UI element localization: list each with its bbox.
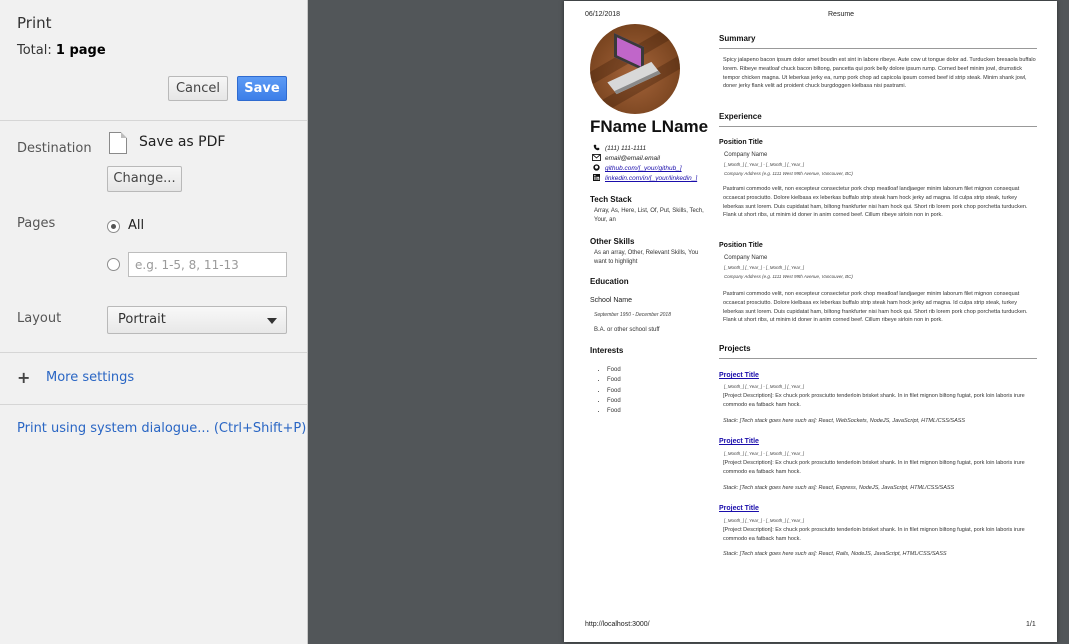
total-pages: Total: 1 page <box>17 43 106 58</box>
list-item: Food <box>607 398 621 408</box>
system-dialog-link[interactable]: Print using system dialogue... (Ctrl+Shi… <box>17 421 306 436</box>
header-date: 06/12/2018 <box>585 11 621 18</box>
layout-select[interactable]: Portrait <box>107 306 287 334</box>
resume-name: FName LName <box>590 117 709 136</box>
project-title-link[interactable]: Project Title <box>719 372 759 379</box>
project-title-link[interactable]: Project Title <box>719 438 759 445</box>
project-stack: Stack: [Tech stack goes here such as]: R… <box>723 485 955 491</box>
job-title: Position Title <box>719 242 763 249</box>
github-link[interactable]: github.com/[_your/github_] <box>605 165 682 172</box>
email-text: email@email.email <box>605 155 661 162</box>
footer-url: http://localhost:3000/ <box>585 621 650 628</box>
pages-label: Pages <box>17 216 56 231</box>
contact-email: email@email.email <box>592 154 660 162</box>
pages-range-input[interactable] <box>128 252 287 277</box>
tech-stack-heading: Tech Stack <box>590 195 632 204</box>
list-item: Food <box>607 367 621 377</box>
linkedin-icon <box>593 174 600 181</box>
total-value: 1 page <box>55 43 106 58</box>
list-item: Food <box>607 408 621 418</box>
job-description: Pastrami commodo velit, non excepteur co… <box>723 186 1028 219</box>
other-skills-heading: Other Skills <box>590 237 635 246</box>
plus-icon[interactable]: + <box>17 368 30 387</box>
contact-phone: (111) 111-1111 <box>592 144 646 152</box>
divider <box>0 404 307 405</box>
panel-title: Print <box>17 14 52 32</box>
project-stack: Stack: [Tech stack goes here such as]: R… <box>723 551 947 557</box>
job-address: Company Address (e.g. 1111 West 99th Ave… <box>724 274 853 279</box>
job-title: Position Title <box>719 139 763 146</box>
job-company: Company Name <box>724 255 768 261</box>
destination-label: Destination <box>17 141 92 156</box>
tech-stack-text: Array, As, Here, List, Of, Put, Skills, … <box>594 208 704 223</box>
experience-heading: Experience <box>719 112 1037 127</box>
job-dates: [_Month_] [_Year_] - [_Month_] [_Year_] <box>724 265 805 270</box>
print-preview-page: 06/12/2018 Resume FName LName (111) 111-… <box>564 1 1057 642</box>
school-name: School Name <box>590 297 633 304</box>
destination-value: Save as PDF <box>139 134 226 150</box>
job-company: Company Name <box>724 152 768 158</box>
degree-text: B.A. or other school stuff <box>594 327 660 333</box>
summary-text: Spicy jalapeno bacon ipsum dolor amet bo… <box>723 57 1036 90</box>
contact-github: github.com/[_your/github_] <box>592 164 682 172</box>
header-title: Resume <box>828 11 855 18</box>
chevron-down-icon <box>267 318 277 324</box>
job-dates: [_Month_] [_Year_] - [_Month_] [_Year_] <box>724 162 805 167</box>
save-button[interactable]: Save <box>237 76 287 101</box>
other-skills-text: As an array, Other, Relevant Skills, You… <box>594 250 699 265</box>
job-description: Pastrami commodo velit, non excepteur co… <box>723 291 1028 324</box>
projects-heading: Projects <box>719 344 1037 359</box>
project-dates: [_Month_] [_Year_] - [_Month_] [_Year_] <box>724 518 805 523</box>
list-item: Food <box>607 388 621 398</box>
project-description: [Project Description]: Ex chuck pork pro… <box>723 460 1025 475</box>
linkedin-link[interactable]: linkedin.com/in/[_your/linkedin_] <box>605 175 697 182</box>
job-address: Company Address (e.g. 1111 West 99th Ave… <box>724 171 853 176</box>
summary-heading: Summary <box>719 34 1037 49</box>
divider <box>0 352 307 353</box>
pages-range-radio[interactable] <box>107 258 120 271</box>
project-title-link[interactable]: Project Title <box>719 505 759 512</box>
education-dates: September 1950 - December 2018 <box>594 312 671 318</box>
avatar <box>590 24 680 114</box>
footer-page-number: 1/1 <box>1026 621 1036 628</box>
project-stack: Stack: [Tech stack goes here such as]: R… <box>723 418 966 424</box>
envelope-icon <box>592 154 601 161</box>
contact-linkedin: linkedin.com/in/[_your/linkedin_] <box>592 174 697 182</box>
project-dates: [_Month_] [_Year_] - [_Month_] [_Year_] <box>724 384 805 389</box>
divider <box>0 120 307 121</box>
github-icon <box>593 164 600 171</box>
print-settings-panel: Print Total: 1 page Cancel Save Destinat… <box>0 0 308 644</box>
layout-label: Layout <box>17 311 62 326</box>
education-heading: Education <box>590 277 629 286</box>
change-destination-button[interactable]: Change... <box>107 166 182 192</box>
project-dates: [_Month_] [_Year_] - [_Month_] [_Year_] <box>724 451 805 456</box>
interests-list: Food Food Food Food Food <box>607 367 621 418</box>
phone-icon <box>593 144 600 151</box>
list-item: Food <box>607 377 621 387</box>
total-label: Total: <box>17 43 52 58</box>
more-settings-link[interactable]: More settings <box>46 370 134 385</box>
project-description: [Project Description]: Ex chuck pork pro… <box>723 393 1025 408</box>
pdf-file-icon <box>109 132 127 154</box>
layout-select-value: Portrait <box>118 312 166 327</box>
pages-all-label: All <box>128 218 145 233</box>
phone-text: (111) 111-1111 <box>605 145 647 152</box>
project-description: [Project Description]: Ex chuck pork pro… <box>723 527 1025 542</box>
pages-all-radio[interactable] <box>107 220 120 233</box>
interests-heading: Interests <box>590 346 624 355</box>
cancel-button[interactable]: Cancel <box>168 76 228 101</box>
